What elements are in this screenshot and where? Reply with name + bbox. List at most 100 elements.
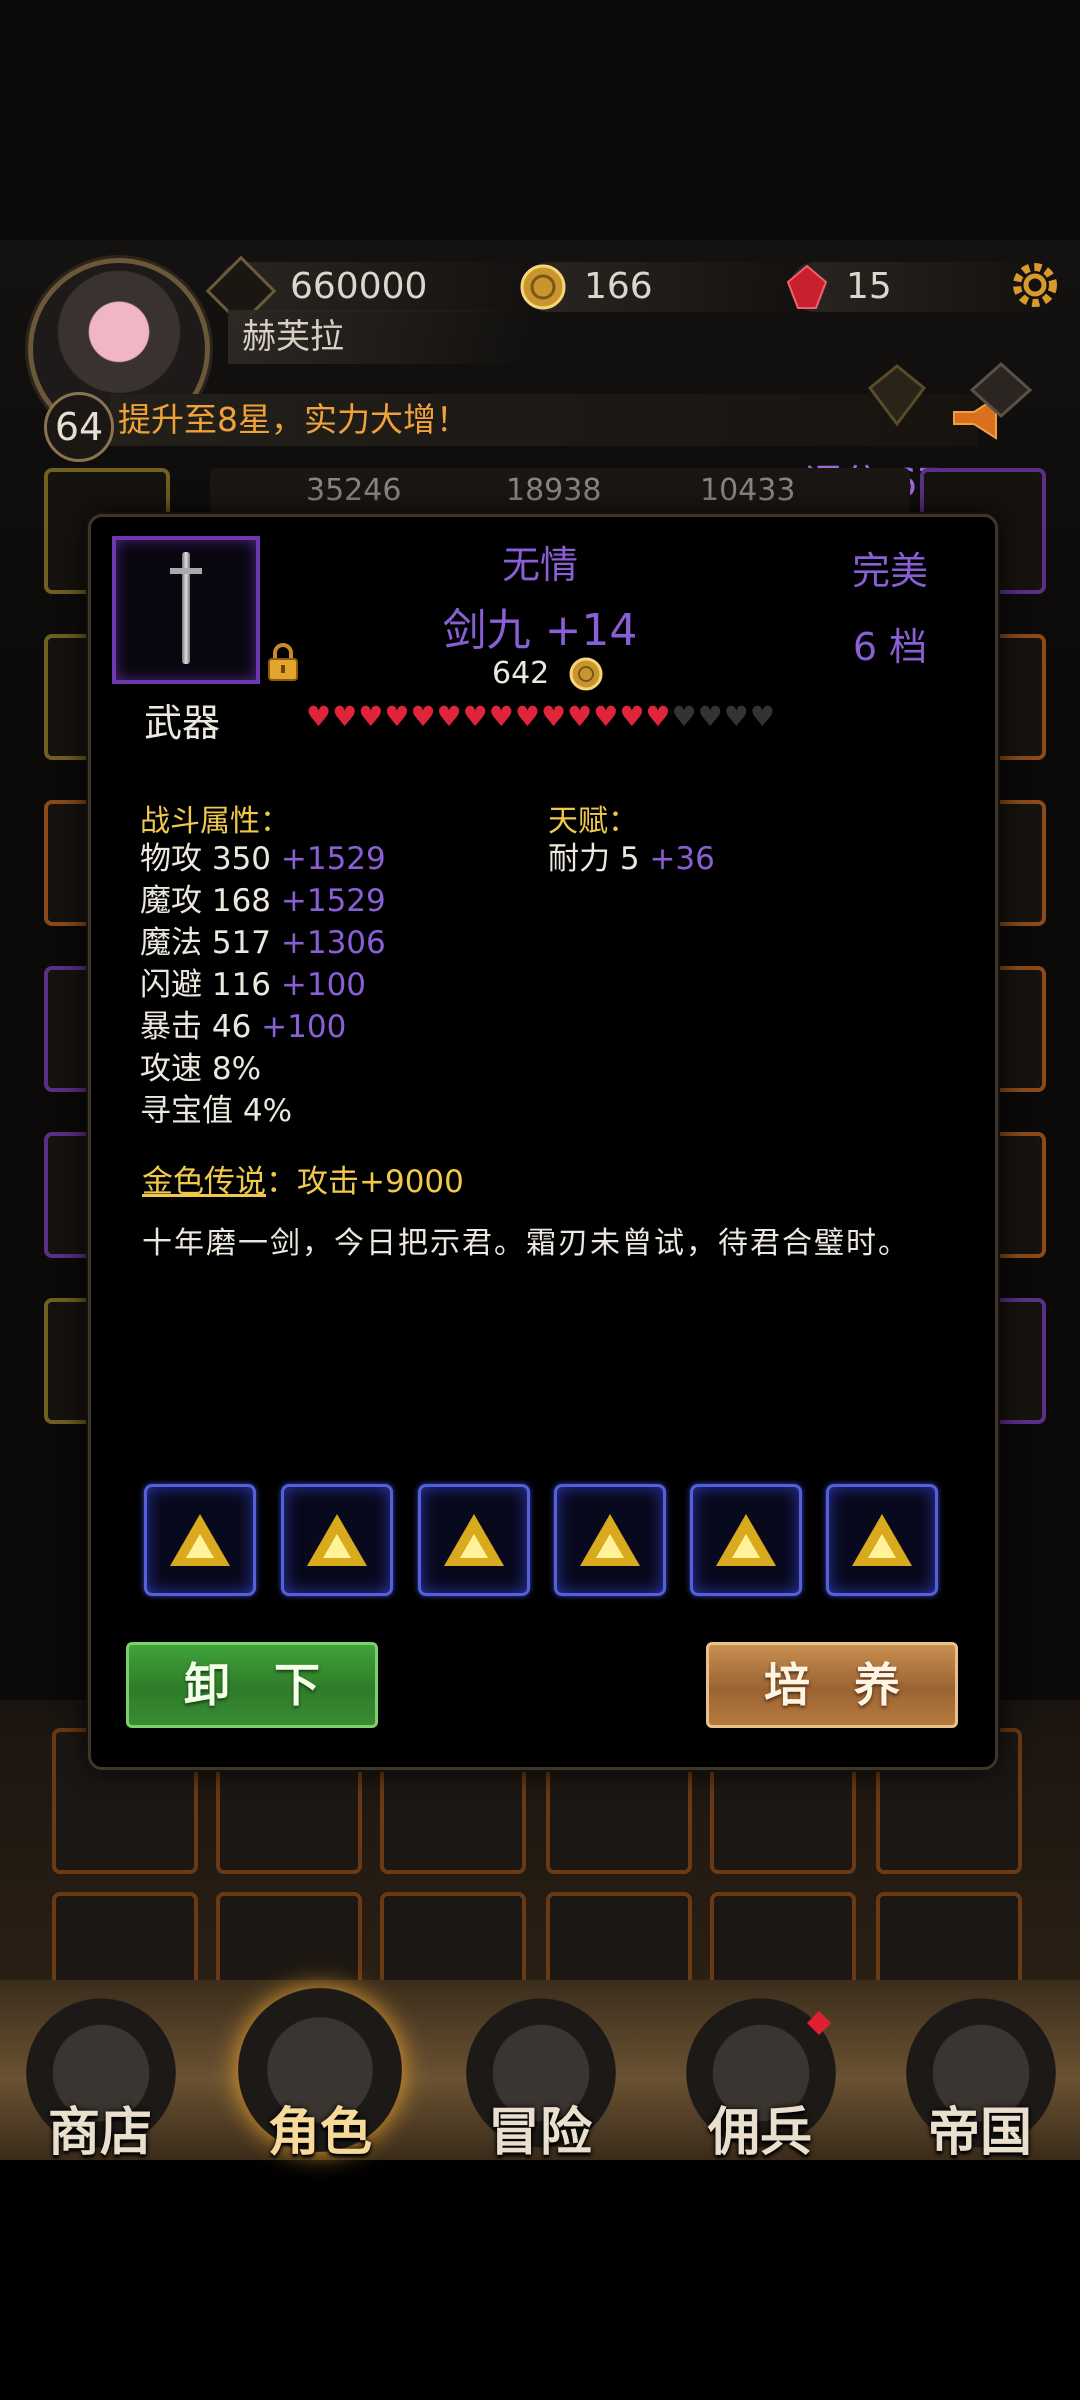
- gem-icon: [716, 1514, 776, 1566]
- combat-stats-list: 物攻 350 +1529 魔攻 168 +1529 魔法 517 +1306 闪…: [140, 838, 386, 1132]
- stat-base: 8%: [211, 1051, 262, 1087]
- heart-filled-icon: ♥: [645, 700, 672, 733]
- gem-socket[interactable]: [144, 1484, 256, 1596]
- stat-base: 46: [211, 1009, 252, 1045]
- nav-mercenary-label: 佣兵: [707, 2102, 812, 2163]
- grade-label: 6 档: [852, 625, 928, 669]
- stat-value: 10433: [700, 473, 796, 508]
- heart-empty-icon: ♥: [723, 700, 750, 733]
- heart-filled-icon: ♥: [358, 700, 385, 733]
- heart-filled-icon: ♥: [514, 700, 541, 733]
- announcement-ticker: 提升至8星，实力大增！: [110, 394, 978, 446]
- notification-dot-icon: [807, 2011, 831, 2035]
- stat-strip: 35246 18938 10433: [210, 468, 910, 514]
- stat-row: 闪避 116 +100: [140, 964, 386, 1006]
- nav-shop-label: 商店: [47, 2102, 152, 2163]
- coin-amount: 166: [584, 266, 653, 307]
- player-level-badge: 64: [44, 392, 114, 462]
- stat-base: 116: [211, 967, 272, 1003]
- nav-empire-label: 帝国: [927, 2102, 1032, 2163]
- stat-base: 168: [211, 883, 272, 919]
- stat-bonus: +100: [280, 967, 367, 1003]
- gem-icon: [444, 1514, 504, 1566]
- heart-filled-icon: ♥: [619, 700, 646, 733]
- heart-filled-icon: ♥: [540, 700, 568, 733]
- item-price: 642: [492, 656, 550, 691]
- gear-icon[interactable]: [1008, 258, 1062, 312]
- nav-adventure-label: 冒险: [487, 2102, 592, 2163]
- sword-guard: [170, 568, 202, 574]
- stat-bonus: +1529: [280, 883, 386, 919]
- gem-icon: [170, 1514, 230, 1566]
- stat-base: 517: [211, 925, 272, 961]
- slot-type-label: 武器: [144, 701, 221, 745]
- star-rating: ♥♥♥♥♥♥♥♥♥♥♥♥♥♥♥♥♥♥: [306, 700, 776, 733]
- talent-base: 5: [619, 841, 640, 877]
- stat-bonus: +1306: [280, 925, 386, 961]
- stat-row: 暴击 46 +100: [140, 1006, 386, 1048]
- stat-bonus: +1529: [280, 841, 386, 877]
- stat-name: 闪避: [140, 967, 202, 1003]
- stat-value: 35246: [306, 473, 402, 508]
- talent-list: 耐力 5 +36: [548, 838, 715, 880]
- stat-name: 物攻: [140, 841, 202, 877]
- gem-socket[interactable]: [690, 1484, 802, 1596]
- item-name: 无情: [501, 543, 578, 587]
- heart-empty-icon: ♥: [671, 700, 698, 733]
- gem-socket[interactable]: [826, 1484, 938, 1596]
- stat-row: 攻速 8%: [140, 1048, 386, 1090]
- heart-filled-icon: ♥: [384, 700, 411, 733]
- stat-name: 魔攻: [140, 883, 202, 919]
- legend-effect: ：攻击+9000: [266, 1164, 464, 1200]
- heart-filled-icon: ♥: [436, 700, 463, 733]
- stat-name: 暴击: [140, 1009, 202, 1045]
- stat-base: 350: [211, 841, 272, 877]
- gem-socket[interactable]: [554, 1484, 666, 1596]
- item-icon-frame: [112, 536, 260, 684]
- stat-bonus: +100: [261, 1009, 347, 1045]
- stat-row: 魔攻 168 +1529: [140, 880, 386, 922]
- ruby-amount: 15: [846, 266, 892, 307]
- lock-icon[interactable]: [266, 642, 300, 682]
- stat-name: 魔法: [140, 925, 202, 961]
- heart-empty-icon: ♥: [749, 700, 776, 733]
- coin-icon: [520, 264, 566, 310]
- coin-icon: [569, 657, 603, 691]
- talent-name: 耐力: [548, 841, 610, 877]
- stat-base: 4%: [242, 1093, 293, 1129]
- legend-label[interactable]: 金色传说: [142, 1164, 266, 1200]
- talent-heading: 天赋：: [548, 804, 638, 839]
- stat-row: 魔法 517 +1306: [140, 922, 386, 964]
- gem-icon: [852, 1514, 912, 1566]
- gem-icon: [580, 1514, 640, 1566]
- stat-row: 寻宝值 4%: [140, 1090, 386, 1132]
- legend-line: 金色传说：攻击+9000: [142, 1156, 464, 1201]
- heart-empty-icon: ♥: [697, 700, 724, 733]
- gem-socket[interactable]: [418, 1484, 530, 1596]
- heart-filled-icon: ♥: [593, 700, 620, 733]
- item-title: 剑九 +14: [442, 605, 638, 656]
- combat-stats-heading: 战斗属性：: [140, 804, 290, 839]
- talent-bonus: +36: [649, 841, 715, 877]
- heart-filled-icon: ♥: [567, 700, 594, 733]
- player-name: 赫芙拉: [228, 310, 532, 364]
- crossed-swords-icon[interactable]: [966, 360, 1036, 420]
- gem-icon: [307, 1514, 367, 1566]
- nav-character-label: 角色: [267, 2102, 372, 2163]
- currency-amount: 660000: [290, 266, 428, 307]
- heart-filled-icon: ♥: [332, 700, 359, 733]
- heart-filled-icon: ♥: [306, 700, 333, 733]
- ruby-icon: [786, 264, 828, 309]
- unequip-button[interactable]: 卸下: [126, 1642, 378, 1728]
- heart-filled-icon: ♥: [410, 700, 437, 733]
- heart-filled-icon: ♥: [488, 700, 515, 733]
- flavor-text: 十年磨一剑，今日把示君。霜刃未曾试，待君合璧时。: [142, 1226, 910, 1261]
- upgrade-button[interactable]: 培养: [706, 1642, 958, 1728]
- quality-label: 完美: [851, 549, 928, 593]
- stat-name: 寻宝值: [140, 1093, 233, 1129]
- rank-icon[interactable]: [862, 360, 932, 430]
- stat-name: 攻速: [140, 1051, 202, 1087]
- talent-row: 耐力 5 +36: [548, 838, 715, 880]
- heart-filled-icon: ♥: [462, 700, 489, 733]
- gem-socket[interactable]: [281, 1484, 393, 1596]
